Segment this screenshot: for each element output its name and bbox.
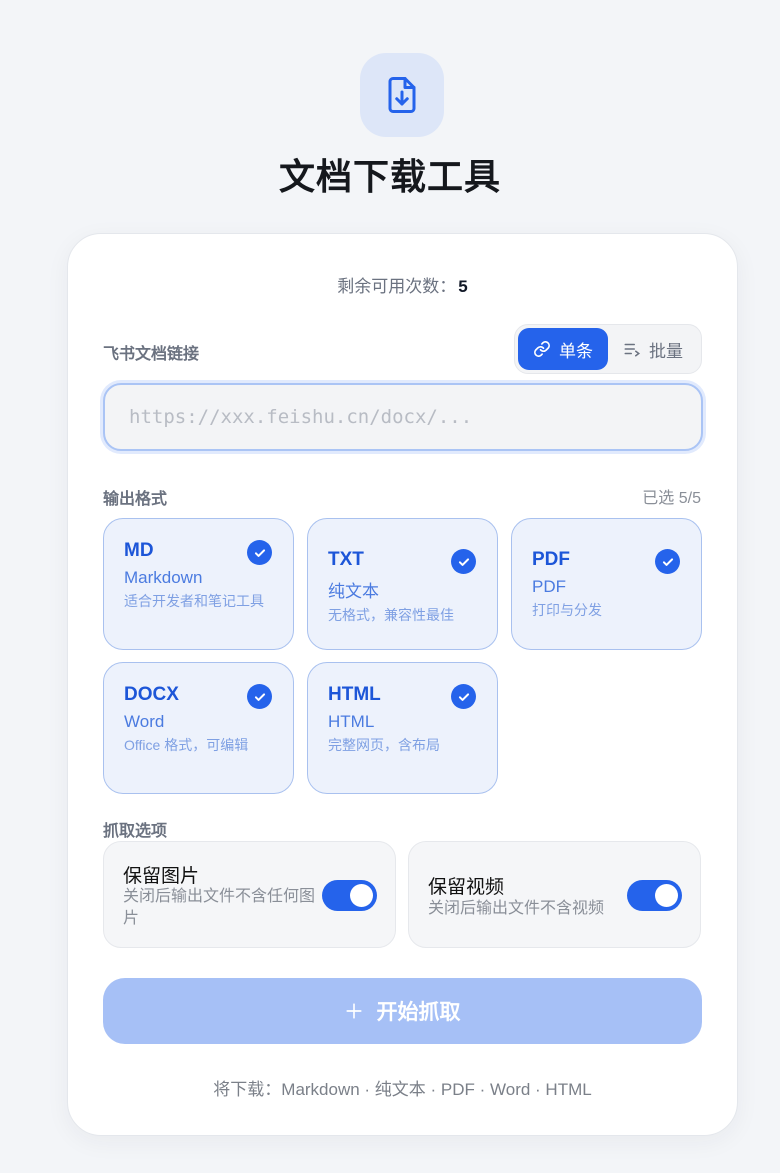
link-section-label: 飞书文档链接 xyxy=(103,346,200,363)
check-icon xyxy=(451,549,476,574)
mode-single-label: 单条 xyxy=(559,341,593,361)
format-desc: Office 格式，可编辑 xyxy=(124,737,249,753)
option-desc: 关闭后输出文件不含视频 xyxy=(428,900,605,917)
format-desc: 打印与分发 xyxy=(532,602,602,618)
selected-count: 已选 5/5 xyxy=(642,490,701,507)
toggle-knob xyxy=(655,884,678,907)
format-card-pdf[interactable]: PDF PDF 打印与分发 xyxy=(511,518,702,650)
option-title: 保留视频 xyxy=(428,877,505,898)
format-desc: 完整网页，含布局 xyxy=(328,737,440,753)
format-name: Markdown xyxy=(124,568,203,587)
option-keep-videos: 保留视频 关闭后输出文件不含视频 xyxy=(408,841,701,948)
option-keep-images: 保留图片 关闭后输出文件不含任何图片 xyxy=(103,841,396,948)
format-card-docx[interactable]: DOCX Word Office 格式，可编辑 xyxy=(103,662,294,794)
quota-value: 5 xyxy=(458,277,468,296)
check-icon xyxy=(247,684,272,709)
format-card-txt[interactable]: TXT 纯文本 无格式，兼容性最佳 xyxy=(307,518,498,650)
format-desc: 适合开发者和笔记工具 xyxy=(124,593,264,609)
doc-url-input[interactable] xyxy=(103,383,703,451)
mode-batch-button[interactable]: 批量 xyxy=(608,328,698,370)
options-section-label: 抓取选项 xyxy=(103,823,168,840)
page-title: 文档下载工具 xyxy=(278,156,501,197)
format-name: HTML xyxy=(328,712,375,731)
mode-single-button[interactable]: 单条 xyxy=(518,328,608,370)
quota-display: 剩余可用次数： 5 xyxy=(68,272,737,297)
download-summary: 将下载：Markdown · 纯文本 · PDF · Word · HTML xyxy=(213,1080,592,1099)
check-icon xyxy=(451,684,476,709)
keep-images-toggle[interactable] xyxy=(322,880,377,911)
format-card-md[interactable]: MD Markdown 适合开发者和笔记工具 xyxy=(103,518,294,650)
check-icon xyxy=(247,540,272,565)
mode-batch-label: 批量 xyxy=(649,341,683,361)
option-title: 保留图片 xyxy=(123,866,200,887)
format-card-html[interactable]: HTML HTML 完整网页，含布局 xyxy=(307,662,498,794)
start-fetch-label: 开始抓取 xyxy=(376,1001,461,1024)
main-card: 剩余可用次数：5 飞书文档链接 单条 批量 输出格式 已选 5/5 MD Mar… xyxy=(67,233,738,1136)
list-icon xyxy=(624,343,640,357)
toggle-knob xyxy=(350,884,373,907)
format-name: Word xyxy=(124,712,165,731)
plus-icon xyxy=(345,1003,362,1019)
option-desc: 关闭后输出文件不含任何图片 xyxy=(123,888,316,927)
file-download-icon xyxy=(388,77,416,113)
app-icon xyxy=(360,53,444,137)
keep-videos-toggle[interactable] xyxy=(627,880,682,911)
format-section-label: 输出格式 xyxy=(103,491,168,508)
mode-switch: 单条 批量 xyxy=(514,324,702,374)
link-icon xyxy=(534,341,550,357)
start-fetch-button[interactable]: 开始抓取 xyxy=(103,978,702,1044)
format-name: 纯文本 xyxy=(328,582,379,601)
check-icon xyxy=(655,549,680,574)
quota-label: 剩余可用次数： xyxy=(337,277,457,296)
format-name: PDF xyxy=(532,577,566,596)
format-desc: 无格式，兼容性最佳 xyxy=(328,607,454,623)
